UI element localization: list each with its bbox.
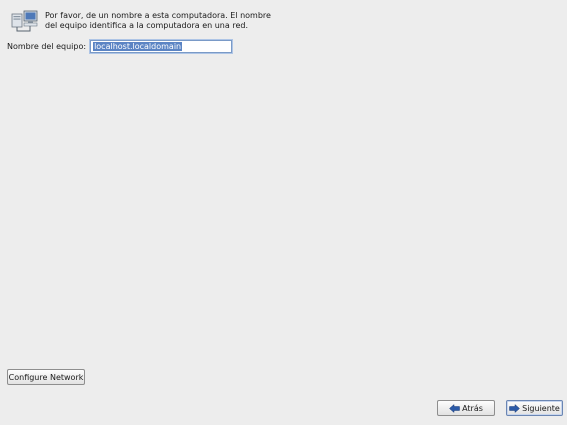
hostname-value: localhost.localdomain bbox=[93, 42, 183, 51]
hostname-input[interactable]: localhost.localdomain bbox=[90, 40, 233, 53]
next-label: Siguiente bbox=[522, 403, 560, 413]
back-button[interactable]: Atrás bbox=[437, 400, 495, 416]
network-computers-icon bbox=[11, 10, 38, 32]
arrow-left-icon bbox=[449, 403, 460, 413]
hostname-label: Nombre del equipo: bbox=[7, 42, 87, 51]
intro-text: Por favor, de un nombre a esta computado… bbox=[45, 11, 285, 31]
arrow-right-icon bbox=[509, 403, 521, 413]
intro-line-2: del equipo identifica a la computadora e… bbox=[45, 21, 248, 30]
configure-network-button[interactable]: Configure Network bbox=[7, 369, 85, 385]
next-button[interactable]: Siguiente bbox=[506, 400, 563, 416]
configure-network-label: Configure Network bbox=[8, 372, 84, 382]
intro-line-1: Por favor, de un nombre a esta computado… bbox=[45, 11, 271, 20]
header: Por favor, de un nombre a esta computado… bbox=[11, 8, 285, 34]
back-label: Atrás bbox=[462, 403, 483, 413]
hostname-row: Nombre del equipo: localhost.localdomain bbox=[7, 40, 233, 53]
